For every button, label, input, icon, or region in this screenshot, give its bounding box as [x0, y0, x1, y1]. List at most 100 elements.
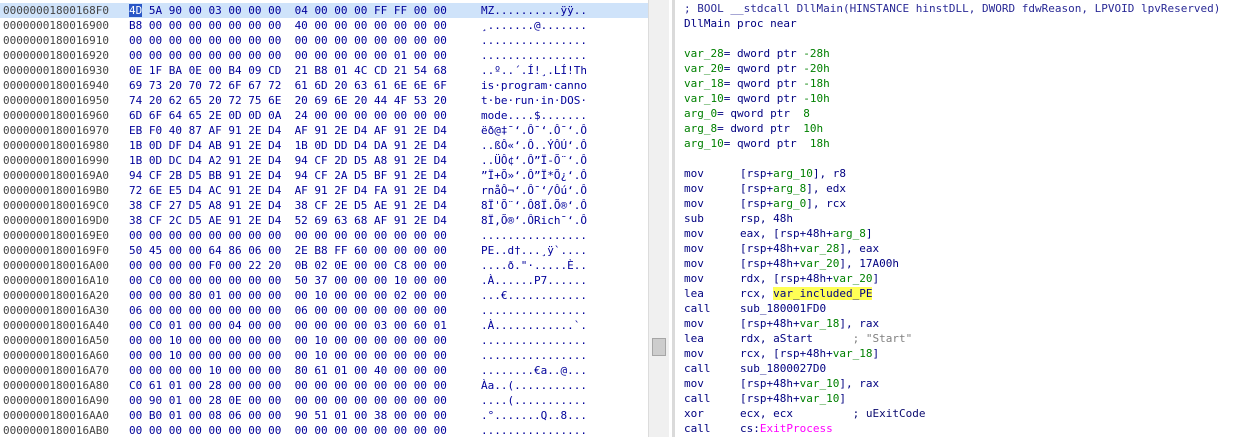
- operand-variable[interactable]: var_18: [800, 317, 840, 330]
- hex-row[interactable]: 0000000180016A10 00 C0 00 00 00 00 00 00 …: [0, 273, 648, 288]
- instruction-line[interactable]: mov rcx, [rsp+48h+var_18]: [684, 346, 879, 361]
- stack-variable-line[interactable]: var_10= qword ptr -10h: [684, 91, 830, 106]
- hex-bytes[interactable]: 00 00 00 00 10 00 00 00 80 61 01 00 40 0…: [129, 363, 447, 378]
- instruction-line[interactable]: mov rdx, [rsp+48h+var_20]: [684, 271, 879, 286]
- hex-bytes[interactable]: EB F0 40 87 AF 91 2E D4 AF 91 2E D4 AF 9…: [129, 123, 447, 138]
- hex-row[interactable]: 0000000180016920 00 00 00 00 00 00 00 00 …: [0, 48, 648, 63]
- hex-row[interactable]: 0000000180016980 1B 0D DF D4 AB 91 2E D4 …: [0, 138, 648, 153]
- hex-row[interactable]: 0000000180016970 EB F0 40 87 AF 91 2E D4 …: [0, 123, 648, 138]
- hex-row[interactable]: 0000000180016A40 00 C0 01 00 00 04 00 00 …: [0, 318, 648, 333]
- hex-bytes[interactable]: 1B 0D DF D4 AB 91 2E D4 1B 0D DD D4 DA 9…: [129, 138, 447, 153]
- hex-row[interactable]: 00000001800169B0 72 6E E5 D4 AC 91 2E D4 …: [0, 183, 648, 198]
- stack-variable-line[interactable]: arg_0= qword ptr 8: [684, 106, 810, 121]
- operand-variable[interactable]: arg_0: [773, 197, 806, 210]
- hex-row[interactable]: 0000000180016A60 00 00 10 00 00 00 00 00 …: [0, 348, 648, 363]
- hex-bytes[interactable]: 06 00 00 00 00 00 00 00 06 00 00 00 00 0…: [129, 303, 447, 318]
- hex-row[interactable]: 0000000180016A30 06 00 00 00 00 00 00 00 …: [0, 303, 648, 318]
- stack-variable-name[interactable]: var_10: [684, 92, 724, 105]
- operand-variable[interactable]: arg_8: [833, 227, 866, 240]
- hex-row[interactable]: 0000000180016950 74 20 62 65 20 72 75 6E …: [0, 93, 648, 108]
- instruction-line[interactable]: mov [rsp+arg_8], edx: [684, 181, 846, 196]
- stack-variable-line[interactable]: arg_8= dword ptr 10h: [684, 121, 823, 136]
- stack-variable-name[interactable]: arg_0: [684, 107, 717, 120]
- hex-bytes[interactable]: 74 20 62 65 20 72 75 6E 20 69 6E 20 44 4…: [129, 93, 447, 108]
- instruction-line[interactable]: xor ecx, ecx ; uExitCode: [684, 406, 925, 421]
- operand-variable[interactable]: var_10: [800, 377, 840, 390]
- hex-bytes[interactable]: 00 00 00 00 F0 00 22 20 0B 02 0E 00 00 C…: [129, 258, 447, 273]
- instruction-line[interactable]: call sub_180001FD0: [684, 301, 826, 316]
- operand-variable[interactable]: var_18: [833, 347, 873, 360]
- stack-variable-line[interactable]: var_28= dword ptr -28h: [684, 46, 830, 61]
- hex-bytes[interactable]: 00 00 10 00 00 00 00 00 00 10 00 00 00 0…: [129, 348, 447, 363]
- hex-row[interactable]: 0000000180016910 00 00 00 00 00 00 00 00 …: [0, 33, 648, 48]
- stack-variable-line[interactable]: arg_10= qword ptr 18h: [684, 136, 830, 151]
- stack-variable-name[interactable]: arg_8: [684, 122, 717, 135]
- hex-bytes[interactable]: 00 C0 00 00 00 00 00 00 50 37 00 00 00 1…: [129, 273, 447, 288]
- hex-bytes[interactable]: 00 00 10 00 00 00 00 00 00 10 00 00 00 0…: [129, 333, 447, 348]
- hex-row[interactable]: 00000001800169F0 50 45 00 00 64 86 06 00 …: [0, 243, 648, 258]
- hex-row[interactable]: 0000000180016940 69 73 20 70 72 6F 67 72 …: [0, 78, 648, 93]
- operand-variable[interactable]: arg_8: [773, 182, 806, 195]
- hex-bytes[interactable]: 38 CF 27 D5 A8 91 2E D4 38 CF 2E D5 AE 9…: [129, 198, 447, 213]
- hex-bytes[interactable]: 1B 0D DC D4 A2 91 2E D4 94 CF 2D D5 A8 9…: [129, 153, 447, 168]
- hex-row[interactable]: 0000000180016AB0 00 00 00 00 00 00 00 00 …: [0, 423, 648, 437]
- hex-bytes[interactable]: 00 00 00 00 00 00 00 00 00 00 00 00 00 0…: [129, 423, 447, 437]
- instruction-line[interactable]: lea rcx, var_included_PE: [684, 286, 873, 301]
- hex-bytes[interactable]: 94 CF 2B D5 BB 91 2E D4 94 CF 2A D5 BF 9…: [129, 168, 447, 183]
- scrollbar-thumb[interactable]: [652, 338, 666, 356]
- hex-row[interactable]: 00000001800169A0 94 CF 2B D5 BB 91 2E D4 …: [0, 168, 648, 183]
- hex-row[interactable]: 00000001800169E0 00 00 00 00 00 00 00 00 …: [0, 228, 648, 243]
- stack-variable-name[interactable]: arg_10: [684, 137, 724, 150]
- stack-variable-line[interactable]: var_20= qword ptr -20h: [684, 61, 830, 76]
- instruction-line[interactable]: mov [rsp+48h+var_28], eax: [684, 241, 879, 256]
- hex-row[interactable]: 0000000180016A20 00 00 00 80 01 00 00 00 …: [0, 288, 648, 303]
- hex-row[interactable]: 0000000180016A50 00 00 10 00 00 00 00 00 …: [0, 333, 648, 348]
- hex-bytes[interactable]: C0 61 01 00 28 00 00 00 00 00 00 00 00 0…: [129, 378, 447, 393]
- hex-row[interactable]: 00000001800169D0 38 CF 2C D5 AE 91 2E D4 …: [0, 213, 648, 228]
- hex-bytes[interactable]: B8 00 00 00 00 00 00 00 40 00 00 00 00 0…: [129, 18, 447, 33]
- stack-variable-name[interactable]: var_20: [684, 62, 724, 75]
- hex-row[interactable]: 0000000180016990 1B 0D DC D4 A2 91 2E D4 …: [0, 153, 648, 168]
- instruction-line[interactable]: mov [rsp+arg_0], rcx: [684, 196, 846, 211]
- hex-row[interactable]: 0000000180016900 B8 00 00 00 00 00 00 00 …: [0, 18, 648, 33]
- instruction-line[interactable]: call cs:ExitProcess: [684, 421, 833, 436]
- instruction-line[interactable]: mov eax, [rsp+48h+arg_8]: [684, 226, 872, 241]
- hex-bytes[interactable]: 38 CF 2C D5 AE 91 2E D4 52 69 63 68 AF 9…: [129, 213, 447, 228]
- hex-view-scrollbar[interactable]: [648, 0, 669, 437]
- operand-variable[interactable]: var_20: [833, 272, 873, 285]
- hex-view-pane[interactable]: 00000001800168F0 4D 5A 90 00 03 00 00 00 …: [0, 0, 648, 437]
- instruction-line[interactable]: call sub_1800027D0: [684, 361, 826, 376]
- hex-bytes[interactable]: 00 00 00 00 00 00 00 00 00 00 00 00 00 0…: [129, 228, 447, 243]
- hex-row[interactable]: 00000001800169C0 38 CF 27 D5 A8 91 2E D4 …: [0, 198, 648, 213]
- instruction-line[interactable]: sub rsp, 48h: [684, 211, 793, 226]
- hex-row[interactable]: 0000000180016A80 C0 61 01 00 28 00 00 00 …: [0, 378, 648, 393]
- hex-bytes[interactable]: 00 00 00 00 00 00 00 00 00 00 00 00 00 0…: [129, 33, 447, 48]
- hex-bytes[interactable]: 00 90 01 00 28 0E 00 00 00 00 00 00 00 0…: [129, 393, 447, 408]
- operand-variable[interactable]: arg_10: [773, 167, 813, 180]
- hex-row[interactable]: 0000000180016A90 00 90 01 00 28 0E 00 00 …: [0, 393, 648, 408]
- hex-bytes[interactable]: 00 C0 01 00 00 04 00 00 00 00 00 00 03 0…: [129, 318, 447, 333]
- instruction-line[interactable]: lea rdx, aStart ; "Start": [684, 331, 912, 346]
- hex-bytes[interactable]: 0E 1F BA 0E 00 B4 09 CD 21 B8 01 4C CD 2…: [129, 63, 447, 78]
- hex-bytes[interactable]: 4D 5A 90 00 03 00 00 00 04 00 00 00 FF F…: [129, 3, 447, 18]
- hex-cursor-byte[interactable]: 4D: [129, 4, 143, 17]
- function-signature-comment[interactable]: ; BOOL __stdcall DllMain(HINSTANCE hinst…: [684, 1, 1220, 16]
- stack-variable-name[interactable]: var_18: [684, 77, 724, 90]
- hex-row[interactable]: 0000000180016AA0 00 B0 01 00 08 06 00 00 …: [0, 408, 648, 423]
- hex-bytes[interactable]: 69 73 20 70 72 6F 67 72 61 6D 20 63 61 6…: [129, 78, 447, 93]
- disassembly-pane[interactable]: ; BOOL __stdcall DllMain(HINSTANCE hinst…: [677, 0, 1251, 437]
- hex-bytes[interactable]: 00 00 00 80 01 00 00 00 00 10 00 00 00 0…: [129, 288, 447, 303]
- stack-variable-name[interactable]: var_28: [684, 47, 724, 60]
- operand-variable[interactable]: var_20: [800, 257, 840, 270]
- operand-variable[interactable]: var_28: [800, 242, 840, 255]
- hex-bytes[interactable]: 00 B0 01 00 08 06 00 00 90 51 01 00 38 0…: [129, 408, 447, 423]
- instruction-line[interactable]: mov [rsp+48h+var_10], rax: [684, 376, 879, 391]
- hex-bytes[interactable]: 72 6E E5 D4 AC 91 2E D4 AF 91 2F D4 FA 9…: [129, 183, 447, 198]
- proc-declaration[interactable]: DllMain proc near: [684, 16, 797, 31]
- hex-bytes[interactable]: 6D 6F 64 65 2E 0D 0D 0A 24 00 00 00 00 0…: [129, 108, 447, 123]
- instruction-line[interactable]: mov [rsp+48h+var_20], 17A00h: [684, 256, 899, 271]
- highlighted-symbol[interactable]: var_included_PE: [773, 287, 873, 300]
- operand-variable[interactable]: var_10: [800, 392, 840, 405]
- hex-row[interactable]: 0000000180016930 0E 1F BA 0E 00 B4 09 CD …: [0, 63, 648, 78]
- instruction-line[interactable]: call [rsp+48h+var_10]: [684, 391, 846, 406]
